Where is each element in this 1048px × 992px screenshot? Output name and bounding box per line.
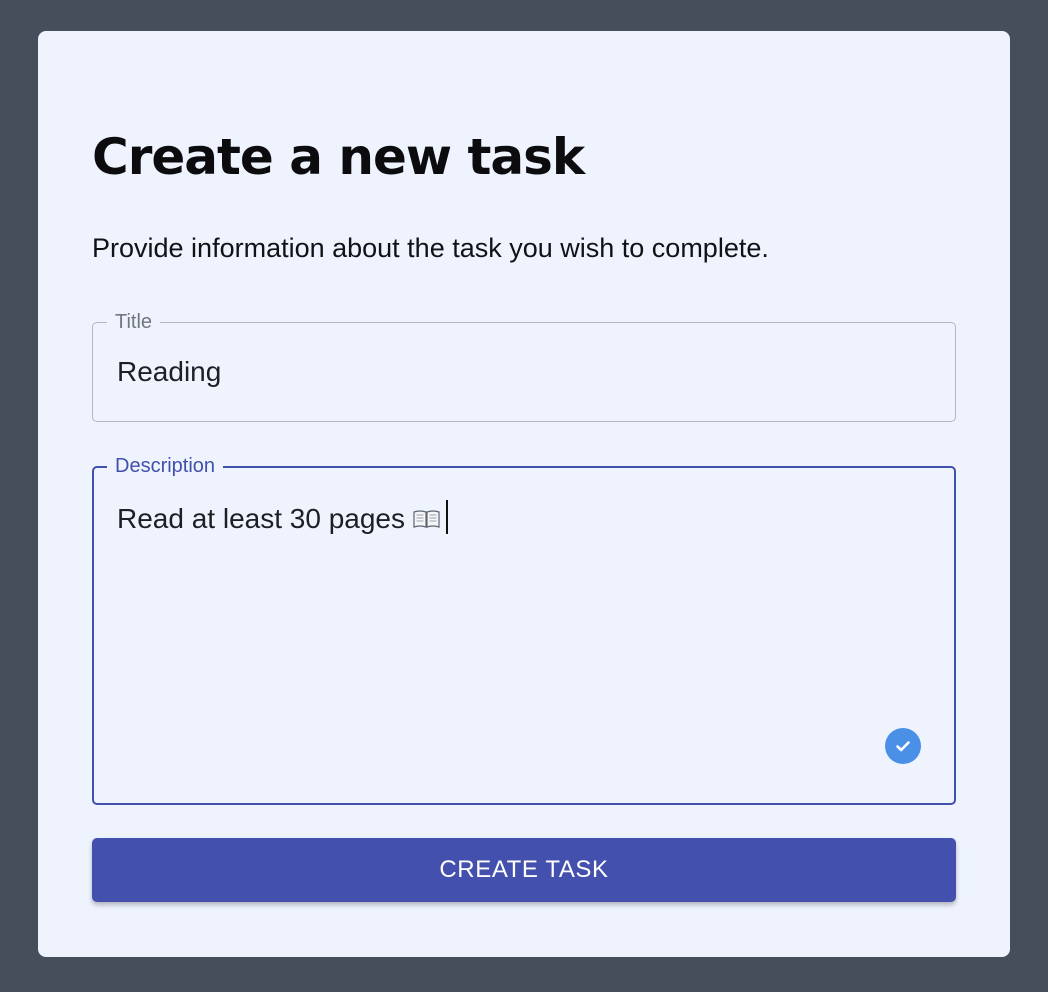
description-textarea[interactable]: Read at least 30 pages — [117, 500, 448, 536]
description-text: Read at least 30 pages — [117, 503, 405, 534]
task-form-card: Create a new task Provide information ab… — [38, 31, 1010, 957]
description-field-label: Description — [107, 453, 224, 479]
check-circle-icon — [885, 728, 921, 764]
description-field[interactable]: Description Read at least 30 pages — [92, 453, 956, 805]
create-task-button[interactable]: CREATE TASK — [92, 838, 956, 902]
title-field-label: Title — [107, 309, 161, 335]
page-title: Create a new task — [92, 128, 585, 186]
title-input[interactable]: Reading — [117, 355, 221, 389]
form-subtitle: Provide information about the task you w… — [92, 233, 769, 263]
open-book-icon — [413, 510, 440, 528]
title-field[interactable]: Title Reading — [92, 309, 956, 422]
text-cursor — [445, 500, 448, 534]
